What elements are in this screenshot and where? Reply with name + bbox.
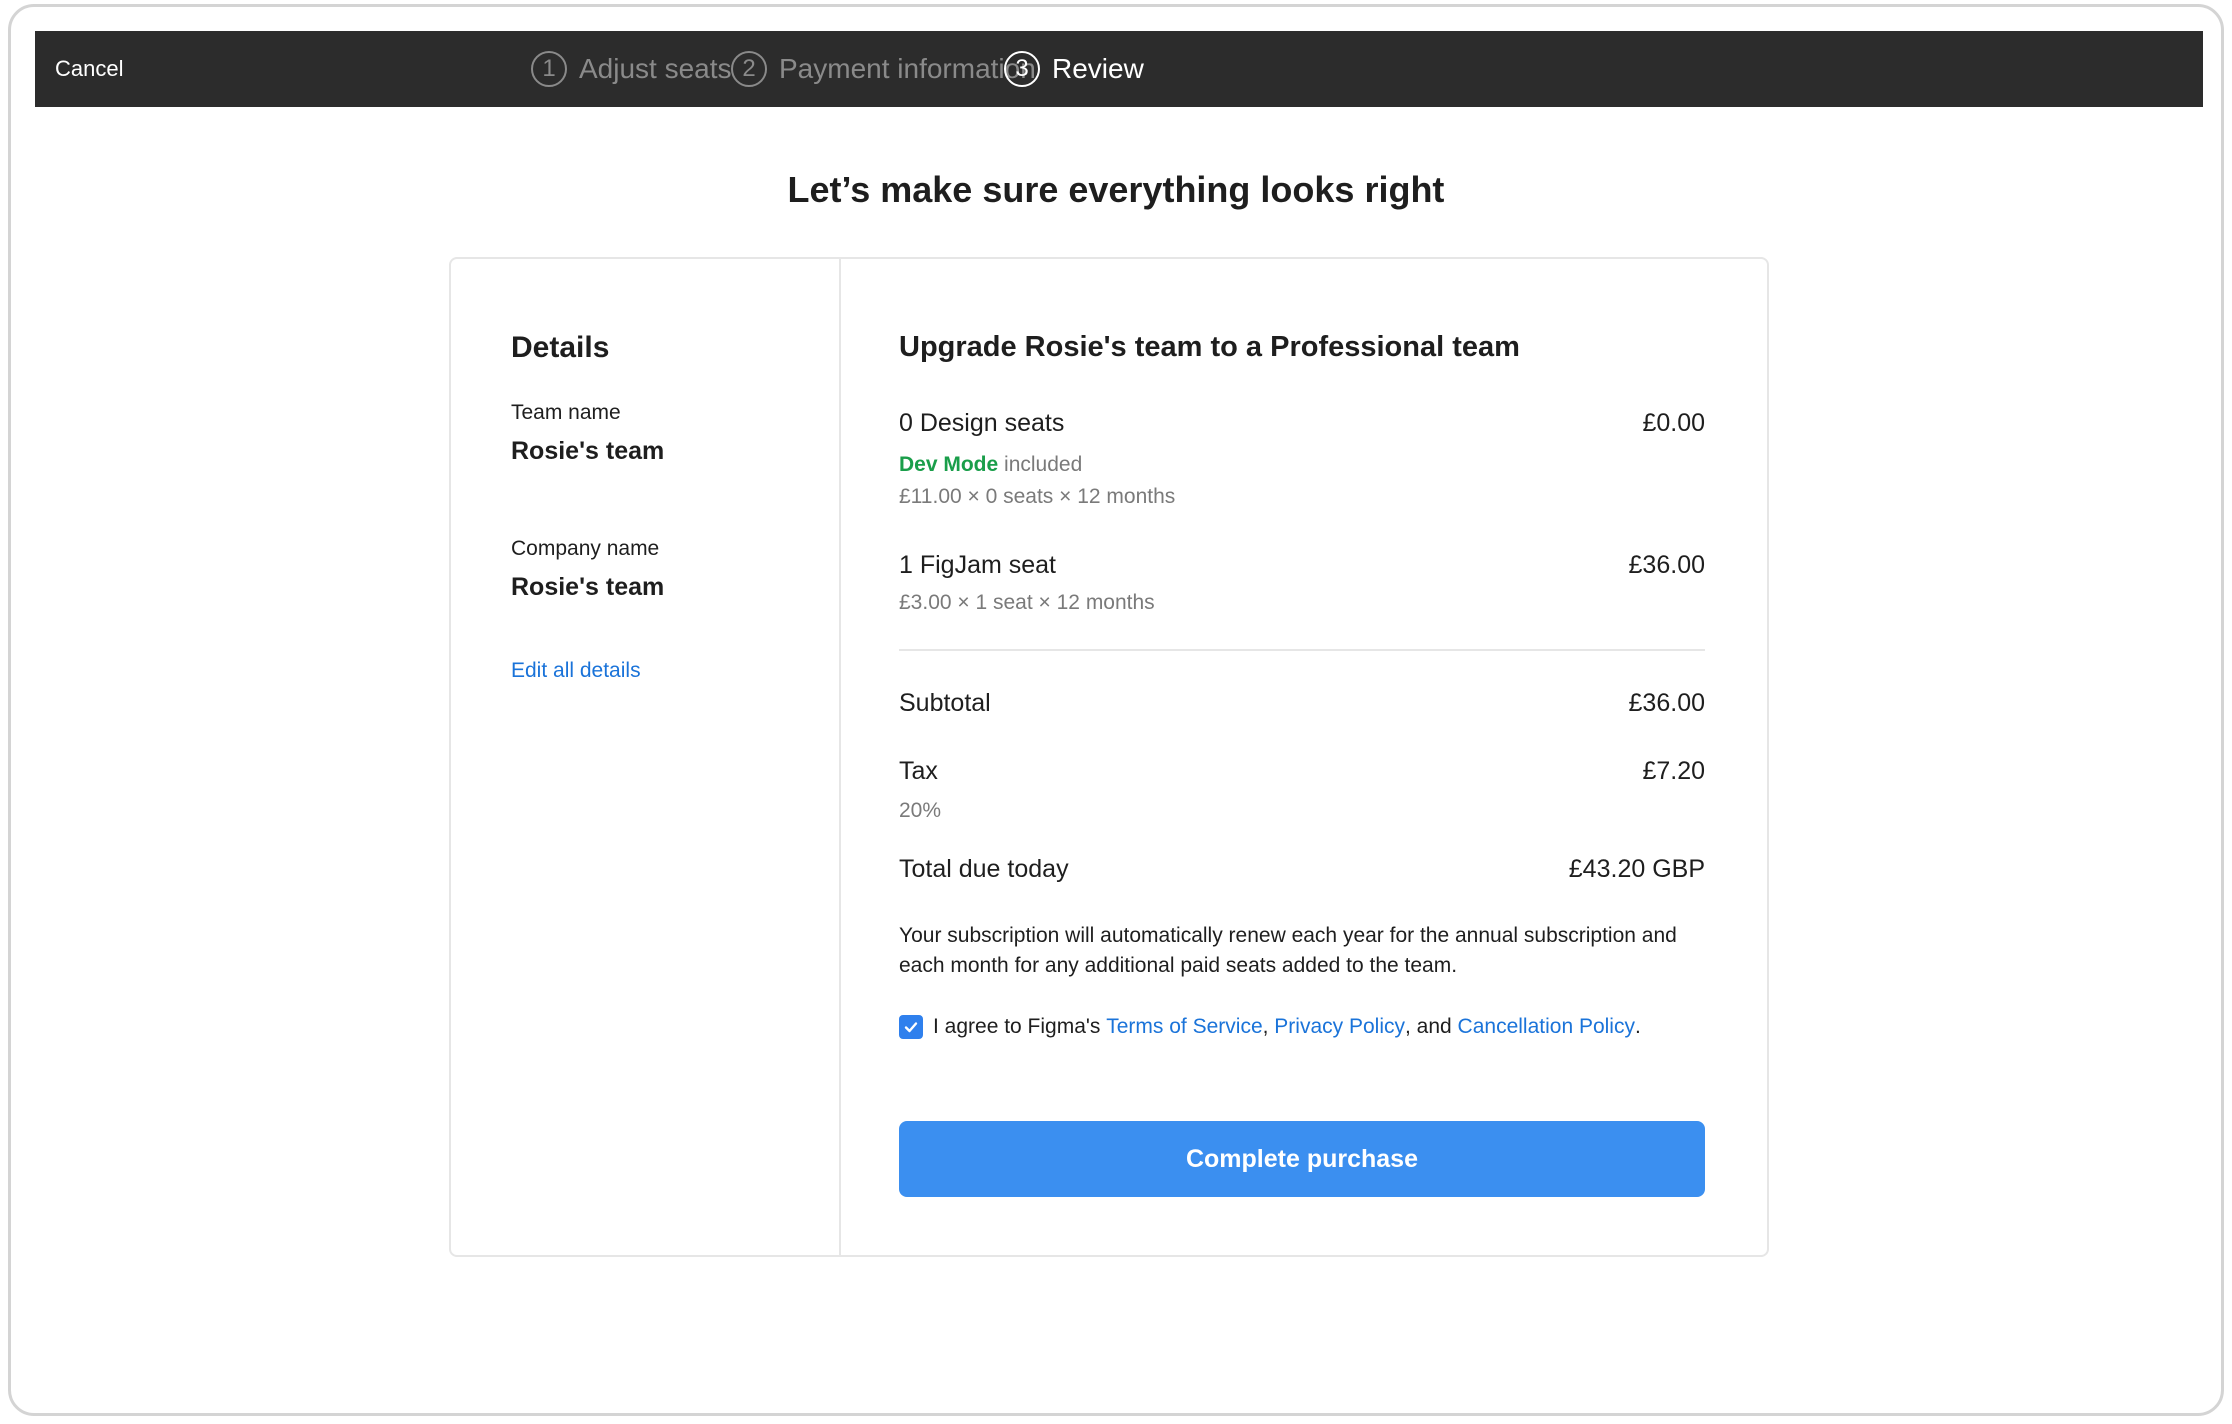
checkout-topbar: Cancel 1 Adjust seats 2 Payment informat…: [35, 31, 2203, 107]
total-label: Total due today: [899, 855, 1069, 883]
tax-row: Tax £7.20: [899, 757, 1705, 786]
summary-divider: [899, 649, 1705, 651]
figjam-seats-row: 1 FigJam seat £36.00: [899, 551, 1705, 580]
subtotal-row: Subtotal £36.00: [899, 689, 1705, 718]
step-review[interactable]: 3 Review: [1004, 31, 1144, 107]
edit-all-details-link[interactable]: Edit all details: [511, 659, 641, 683]
step-number-icon: 2: [731, 51, 767, 87]
tax-rate: 20%: [899, 799, 942, 822]
upgrade-heading: Upgrade Rosie's team to a Professional t…: [899, 331, 1520, 363]
agree-suffix: .: [1634, 1015, 1641, 1038]
figjam-seats-price: £36.00: [1628, 551, 1705, 579]
design-seats-price: £0.00: [1642, 409, 1705, 437]
complete-purchase-button[interactable]: Complete purchase: [899, 1121, 1705, 1197]
step-label: Payment information: [779, 53, 1036, 84]
terms-agreement: I agree to Figma's Terms of Service , Pr…: [899, 1015, 1641, 1039]
devmode-included-text: included: [998, 453, 1083, 476]
subtotal-label: Subtotal: [899, 689, 991, 717]
step-payment-information[interactable]: 2 Payment information: [731, 31, 1036, 107]
agree-checkbox[interactable]: [899, 1015, 923, 1039]
team-name-value: Rosie's team: [511, 437, 665, 465]
step-adjust-seats[interactable]: 1 Adjust seats: [531, 31, 732, 107]
team-name-label: Team name: [511, 401, 621, 424]
step-label: Adjust seats: [579, 53, 732, 84]
tax-label: Tax: [899, 757, 938, 785]
design-seats-label: 0 Design seats: [899, 409, 1065, 437]
app-window: Cancel 1 Adjust seats 2 Payment informat…: [8, 4, 2224, 1416]
page-title: Let’s make sure everything looks right: [787, 169, 1445, 210]
review-card: Details Team name Rosie's team Company n…: [449, 257, 1769, 1257]
agree-prefix: I agree to Figma's: [933, 1015, 1107, 1038]
cancellation-policy-link[interactable]: Cancellation Policy: [1458, 1015, 1635, 1039]
privacy-policy-link[interactable]: Privacy Policy: [1274, 1015, 1405, 1039]
details-heading: Details: [511, 331, 610, 364]
figjam-seats-label: 1 FigJam seat: [899, 551, 1057, 579]
agree-separator: , and: [1405, 1015, 1458, 1038]
design-seats-calc: £11.00 × 0 seats × 12 months: [899, 485, 1176, 508]
total-value: £43.20 GBP: [1568, 855, 1705, 883]
terms-of-service-link[interactable]: Terms of Service: [1106, 1015, 1262, 1039]
design-seats-row: 0 Design seats £0.00: [899, 409, 1705, 438]
total-row: Total due today £43.20 GBP: [899, 855, 1705, 884]
checkmark-icon: [904, 1022, 918, 1033]
company-name-label: Company name: [511, 537, 660, 560]
agree-separator: ,: [1262, 1015, 1275, 1038]
card-divider: [839, 259, 841, 1255]
renewal-note: Your subscription will automatically ren…: [899, 924, 1677, 977]
tax-value: £7.20: [1642, 757, 1705, 785]
stepper: 1 Adjust seats 2 Payment information 3 R…: [35, 31, 2203, 107]
step-number-icon: 1: [531, 51, 567, 87]
subtotal-value: £36.00: [1628, 689, 1705, 717]
step-number-icon: 3: [1004, 51, 1040, 87]
devmode-note: Dev Mode included: [899, 453, 1082, 477]
figjam-seats-calc: £3.00 × 1 seat × 12 months: [899, 591, 1155, 614]
company-name-value: Rosie's team: [511, 573, 665, 601]
devmode-badge: Dev Mode: [899, 453, 999, 476]
step-label: Review: [1052, 53, 1144, 84]
